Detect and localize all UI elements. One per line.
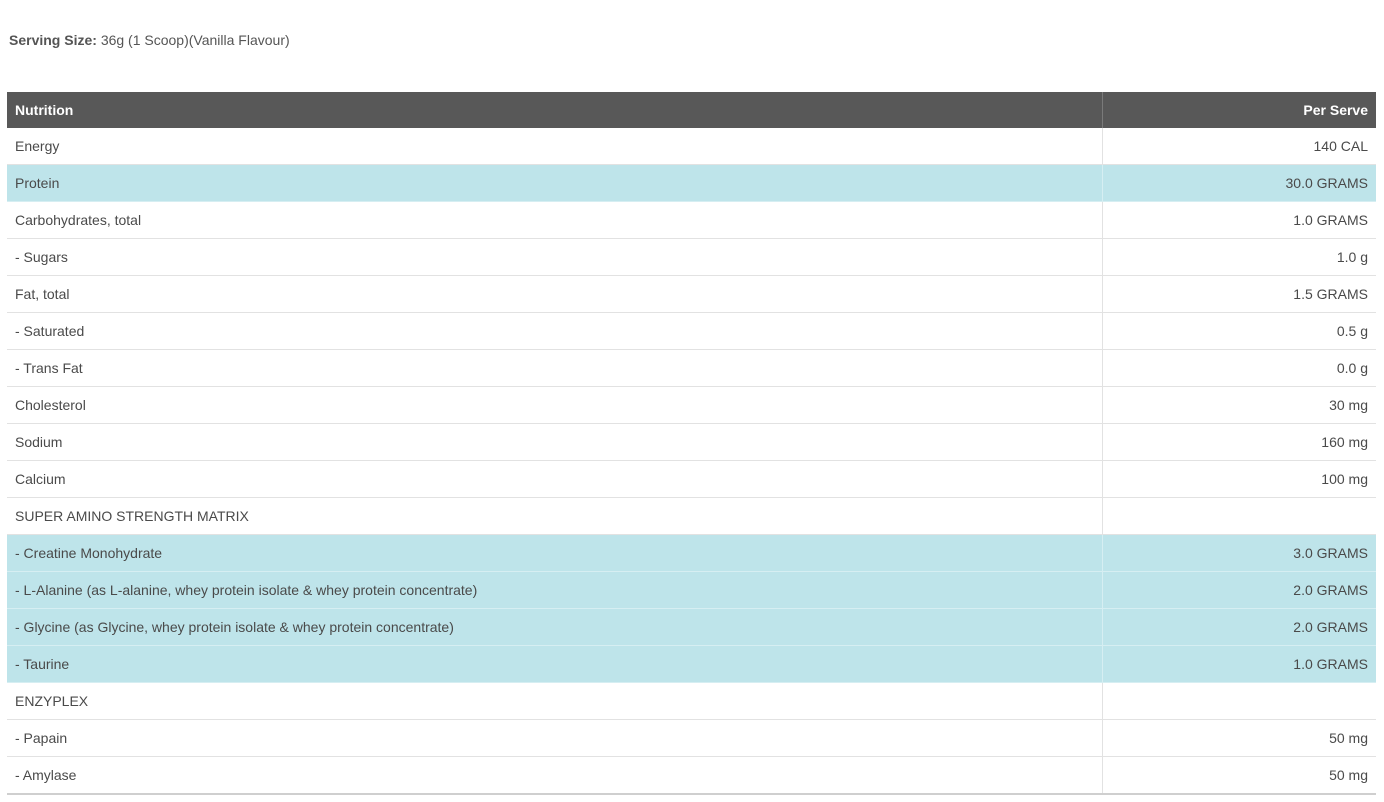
nutrient-name: ENZYPLEX (7, 682, 1103, 720)
nutrient-value: 0.0 g (1102, 349, 1376, 387)
table-row: Protein 30.0 GRAMS (7, 164, 1376, 202)
nutrition-table: Nutrition Per Serve Energy 140 CAL Protein… (7, 92, 1376, 795)
nutrient-value: 2.0 GRAMS (1102, 608, 1376, 646)
nutrient-name: Fat, total (7, 275, 1103, 313)
table-row: - Creatine Monohydrate 3.0 GRAMS (7, 534, 1376, 572)
nutrient-value: 50 mg (1102, 756, 1376, 795)
table-row: Energy 140 CAL (7, 128, 1376, 165)
nutrient-name: Sodium (7, 423, 1103, 461)
nutrient-value: 1.5 GRAMS (1102, 275, 1376, 313)
nutrient-value: 1.0 GRAMS (1102, 201, 1376, 239)
table-row: - Sugars 1.0 g (7, 238, 1376, 276)
table-row: ENZYPLEX (7, 682, 1376, 720)
nutrient-name: Calcium (7, 460, 1103, 498)
nutrient-name: - Sugars (7, 238, 1103, 276)
table-row: - Taurine 1.0 GRAMS (7, 645, 1376, 683)
table-row: Calcium 100 mg (7, 460, 1376, 498)
header-nutrition: Nutrition (7, 92, 1103, 128)
nutrient-value (1102, 497, 1376, 535)
nutrient-value: 1.0 g (1102, 238, 1376, 276)
table-row: Sodium 160 mg (7, 423, 1376, 461)
table-row: SUPER AMINO STRENGTH MATRIX (7, 497, 1376, 535)
serving-size: Serving Size: 36g (1 Scoop)(Vanilla Flav… (9, 32, 290, 48)
nutrient-name: - Amylase (7, 756, 1103, 795)
nutrient-value: 0.5 g (1102, 312, 1376, 350)
nutrient-name: - L-Alanine (as L-alanine, whey protein … (7, 571, 1103, 609)
nutrient-name: Carbohydrates, total (7, 201, 1103, 239)
nutrient-name: - Taurine (7, 645, 1103, 683)
nutrient-value: 100 mg (1102, 460, 1376, 498)
header-per-serve: Per Serve (1102, 92, 1376, 128)
nutrient-name: - Trans Fat (7, 349, 1103, 387)
table-row: - L-Alanine (as L-alanine, whey protein … (7, 571, 1376, 609)
serving-size-value: 36g (1 Scoop)(Vanilla Flavour) (100, 32, 290, 48)
nutrient-name: SUPER AMINO STRENGTH MATRIX (7, 497, 1103, 535)
nutrient-name: - Saturated (7, 312, 1103, 350)
nutrient-name: - Creatine Monohydrate (7, 534, 1103, 572)
table-row: - Papain 50 mg (7, 719, 1376, 757)
nutrient-value: 3.0 GRAMS (1102, 534, 1376, 572)
nutrient-value (1102, 682, 1376, 720)
nutrient-name: Energy (7, 128, 1103, 165)
nutrient-value: 2.0 GRAMS (1102, 571, 1376, 609)
table-row: Cholesterol 30 mg (7, 386, 1376, 424)
nutrient-value: 50 mg (1102, 719, 1376, 757)
table-row: - Saturated 0.5 g (7, 312, 1376, 350)
table-row: - Glycine (as Glycine, whey protein isol… (7, 608, 1376, 646)
table-row: Fat, total 1.5 GRAMS (7, 275, 1376, 313)
nutrient-name: - Glycine (as Glycine, whey protein isol… (7, 608, 1103, 646)
table-row: - Trans Fat 0.0 g (7, 349, 1376, 387)
nutrient-value: 30 mg (1102, 386, 1376, 424)
nutrient-name: - Papain (7, 719, 1103, 757)
nutrient-value: 1.0 GRAMS (1102, 645, 1376, 683)
nutrient-value: 140 CAL (1102, 128, 1376, 165)
table-row: Carbohydrates, total 1.0 GRAMS (7, 201, 1376, 239)
table-header-row: Nutrition Per Serve (7, 92, 1376, 128)
nutrient-name: Cholesterol (7, 386, 1103, 424)
nutrient-value: 30.0 GRAMS (1102, 164, 1376, 202)
serving-size-label: Serving Size: (9, 32, 97, 48)
table-row: - Amylase 50 mg (7, 756, 1376, 795)
nutrient-value: 160 mg (1102, 423, 1376, 461)
nutrient-name: Protein (7, 164, 1103, 202)
